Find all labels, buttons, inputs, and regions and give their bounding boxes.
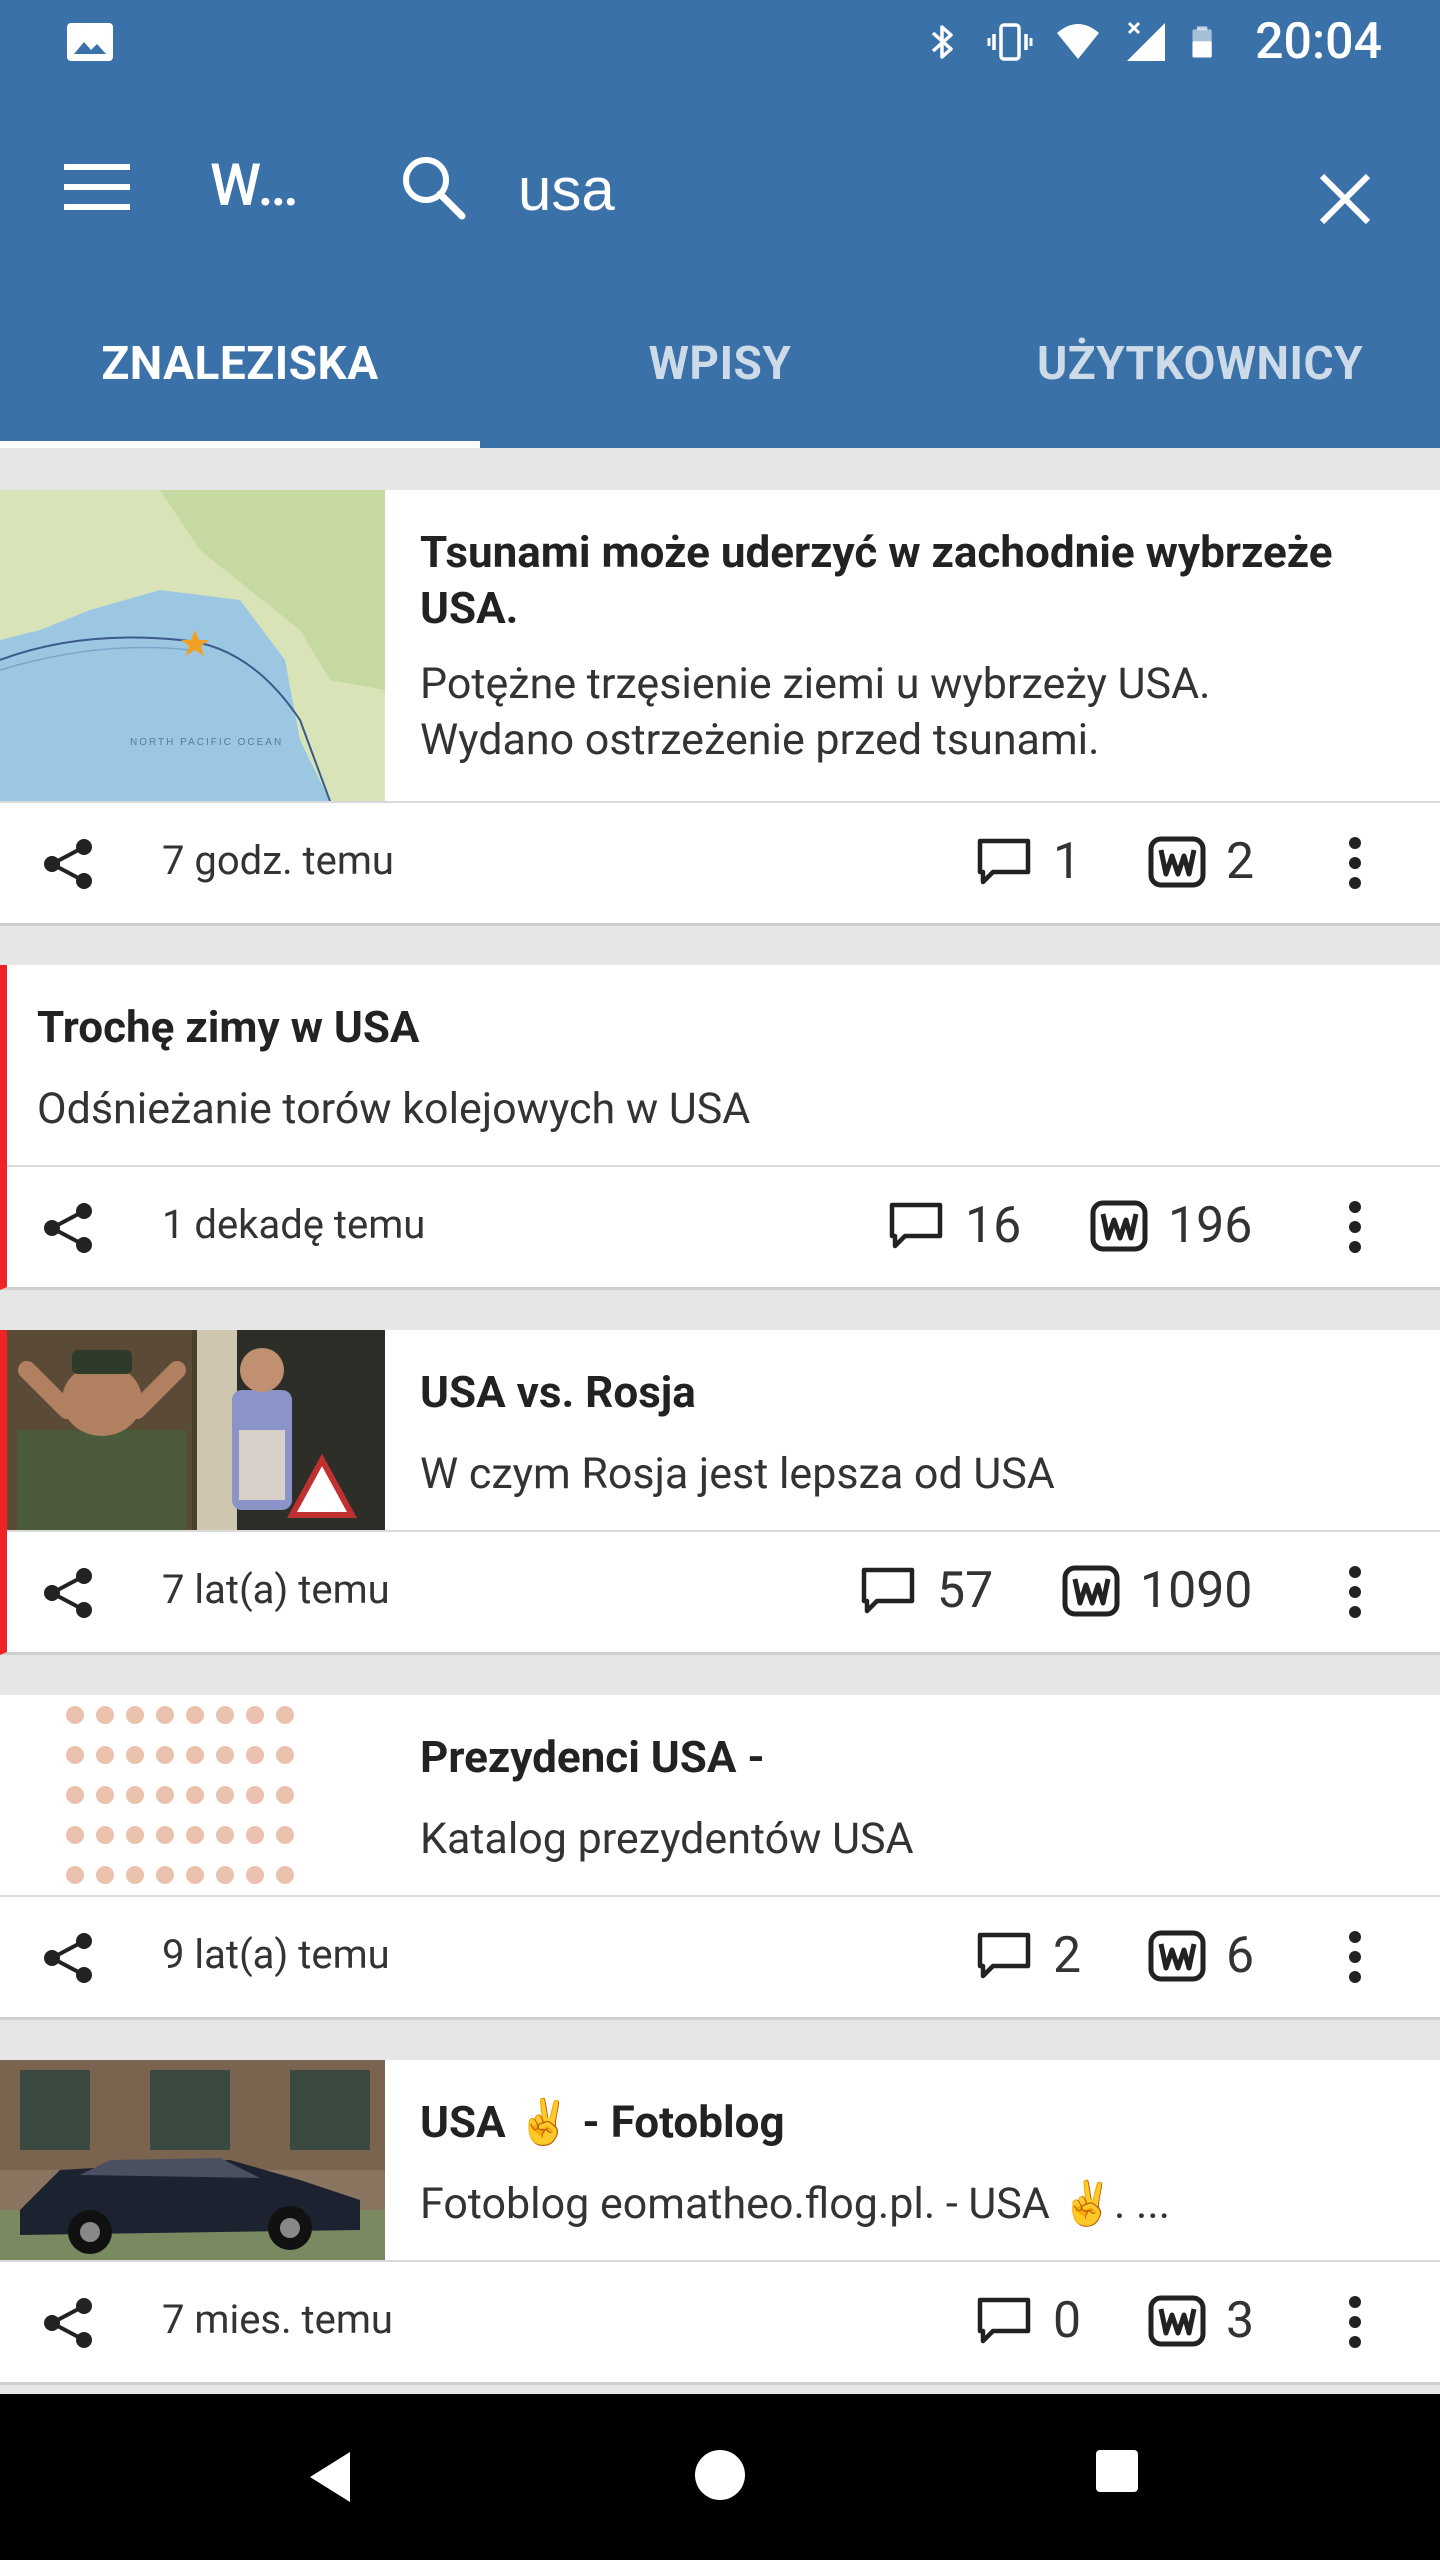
card-description: W czym Rosja jest lepsza od USA <box>420 1449 1055 1499</box>
search-icon <box>403 157 466 220</box>
comment-icon <box>889 1202 943 1249</box>
votes-count[interactable]: 196 <box>1090 1197 1252 1255</box>
app-title: W… <box>210 152 299 220</box>
car-thumbnail[interactable] <box>0 2060 385 2260</box>
comment-icon <box>861 1567 915 1614</box>
card-title[interactable]: USA vs. Rosja <box>420 1364 696 1420</box>
photo-thumbnail[interactable] <box>7 1330 385 1530</box>
more-options-icon[interactable] <box>1335 1927 1375 1987</box>
wykop-icon <box>1090 1200 1148 1252</box>
card-footer: 1 dekadę temu 16 196 <box>7 1167 1440 1287</box>
tab-uzytkownicy[interactable]: UŻYTKOWNICY <box>960 280 1440 448</box>
gallery-icon <box>67 23 113 61</box>
card-description: Odśnieżanie torów kolejowych w USA <box>37 1084 751 1134</box>
more-options-icon[interactable] <box>1335 1197 1375 1257</box>
back-icon[interactable] <box>292 2438 370 2516</box>
link-card[interactable]: NORTH PACIFIC OCEAN Tsunami może uderzyć… <box>0 490 1440 926</box>
card-title[interactable]: Trochę zimy w USA <box>37 999 420 1055</box>
comments-count[interactable]: 0 <box>975 2292 1081 2350</box>
share-icon[interactable] <box>40 1566 98 1620</box>
card-title[interactable]: Tsunami może uderzyć w zachodnie wybrzeż… <box>420 524 1333 636</box>
card-footer: 7 godz. temu 1 2 <box>0 803 1440 923</box>
share-icon[interactable] <box>40 1931 98 1985</box>
share-icon[interactable] <box>40 2296 98 2350</box>
card-title[interactable]: USA ✌️ - Fotoblog <box>420 2094 785 2150</box>
card-footer: 7 lat(a) temu 57 1090 <box>7 1532 1440 1652</box>
link-card[interactable]: Prezydenci USA - Katalog prezydentów USA… <box>0 1695 1440 2020</box>
link-card[interactable]: USA vs. Rosja W czym Rosja jest lepsza o… <box>0 1330 1440 1655</box>
link-card[interactable]: Trochę zimy w USA Odśnieżanie torów kole… <box>0 965 1440 1290</box>
system-nav-bar <box>0 2394 1440 2560</box>
status-bar: 20:04 <box>0 0 1440 84</box>
comment-icon <box>977 2297 1031 2344</box>
wifi-icon <box>1057 24 1100 59</box>
more-options-icon[interactable] <box>1335 833 1375 893</box>
tab-znaleziska[interactable]: ZNALEZISKA <box>0 280 480 448</box>
search-input[interactable] <box>500 144 1260 234</box>
card-description: Fotoblog eomatheo.flog.pl. - USA ✌️. ... <box>420 2179 1171 2229</box>
clock: 20:04 <box>1255 13 1382 71</box>
svg-text:NORTH PACIFIC OCEAN: NORTH PACIFIC OCEAN <box>130 737 283 748</box>
home-icon[interactable] <box>695 2450 745 2500</box>
card-title[interactable]: Prezydenci USA - <box>420 1729 765 1785</box>
link-card[interactable]: USA ✌️ - Fotoblog Fotoblog eomatheo.flog… <box>0 2060 1440 2385</box>
vibrate-icon <box>987 23 1033 61</box>
post-time: 7 lat(a) temu <box>162 1566 390 1613</box>
wykop-icon <box>1148 1930 1206 1982</box>
tab-bar: ZNALEZISKA WPISY UŻYTKOWNICY <box>0 280 1440 448</box>
comment-icon <box>977 1932 1031 1979</box>
post-time: 7 mies. temu <box>162 2296 393 2343</box>
votes-count[interactable]: 3 <box>1148 2292 1254 2350</box>
comments-count[interactable]: 2 <box>975 1927 1081 1985</box>
bluetooth-icon <box>931 25 953 59</box>
card-footer: 9 lat(a) temu 2 6 <box>0 1897 1440 2017</box>
wykop-icon <box>1148 836 1206 888</box>
share-icon[interactable] <box>40 1201 98 1255</box>
close-icon[interactable] <box>1300 154 1390 244</box>
post-time: 7 godz. temu <box>162 837 394 884</box>
map-thumbnail[interactable]: NORTH PACIFIC OCEAN <box>0 490 385 801</box>
post-time: 9 lat(a) temu <box>162 1931 390 1978</box>
comments-count[interactable]: 57 <box>859 1562 993 1620</box>
card-description: Potężne trzęsienie ziemi u wybrzeży USA.… <box>420 659 1211 765</box>
menu-icon[interactable] <box>54 144 140 230</box>
card-description: Katalog prezydentów USA <box>420 1814 914 1864</box>
more-options-icon[interactable] <box>1335 2292 1375 2352</box>
comment-icon <box>977 838 1031 885</box>
portraits-thumbnail[interactable] <box>0 1695 385 1895</box>
votes-count[interactable]: 6 <box>1148 1927 1254 1985</box>
comments-count[interactable]: 1 <box>975 833 1081 891</box>
more-options-icon[interactable] <box>1335 1562 1375 1622</box>
share-icon[interactable] <box>40 837 98 891</box>
card-footer: 7 mies. temu 0 3 <box>0 2262 1440 2382</box>
battery-icon <box>1192 26 1212 58</box>
votes-count[interactable]: 2 <box>1148 833 1254 891</box>
votes-count[interactable]: 1090 <box>1062 1562 1252 1620</box>
tab-wpisy[interactable]: WPISY <box>480 280 960 448</box>
app-bar: W… <box>0 84 1440 280</box>
comments-count[interactable]: 16 <box>887 1197 1021 1255</box>
post-time: 1 dekadę temu <box>162 1201 426 1248</box>
signal-icon <box>1127 21 1166 61</box>
wykop-icon <box>1148 2295 1206 2347</box>
wykop-icon <box>1062 1565 1120 1617</box>
recents-icon[interactable] <box>1096 2450 1138 2492</box>
